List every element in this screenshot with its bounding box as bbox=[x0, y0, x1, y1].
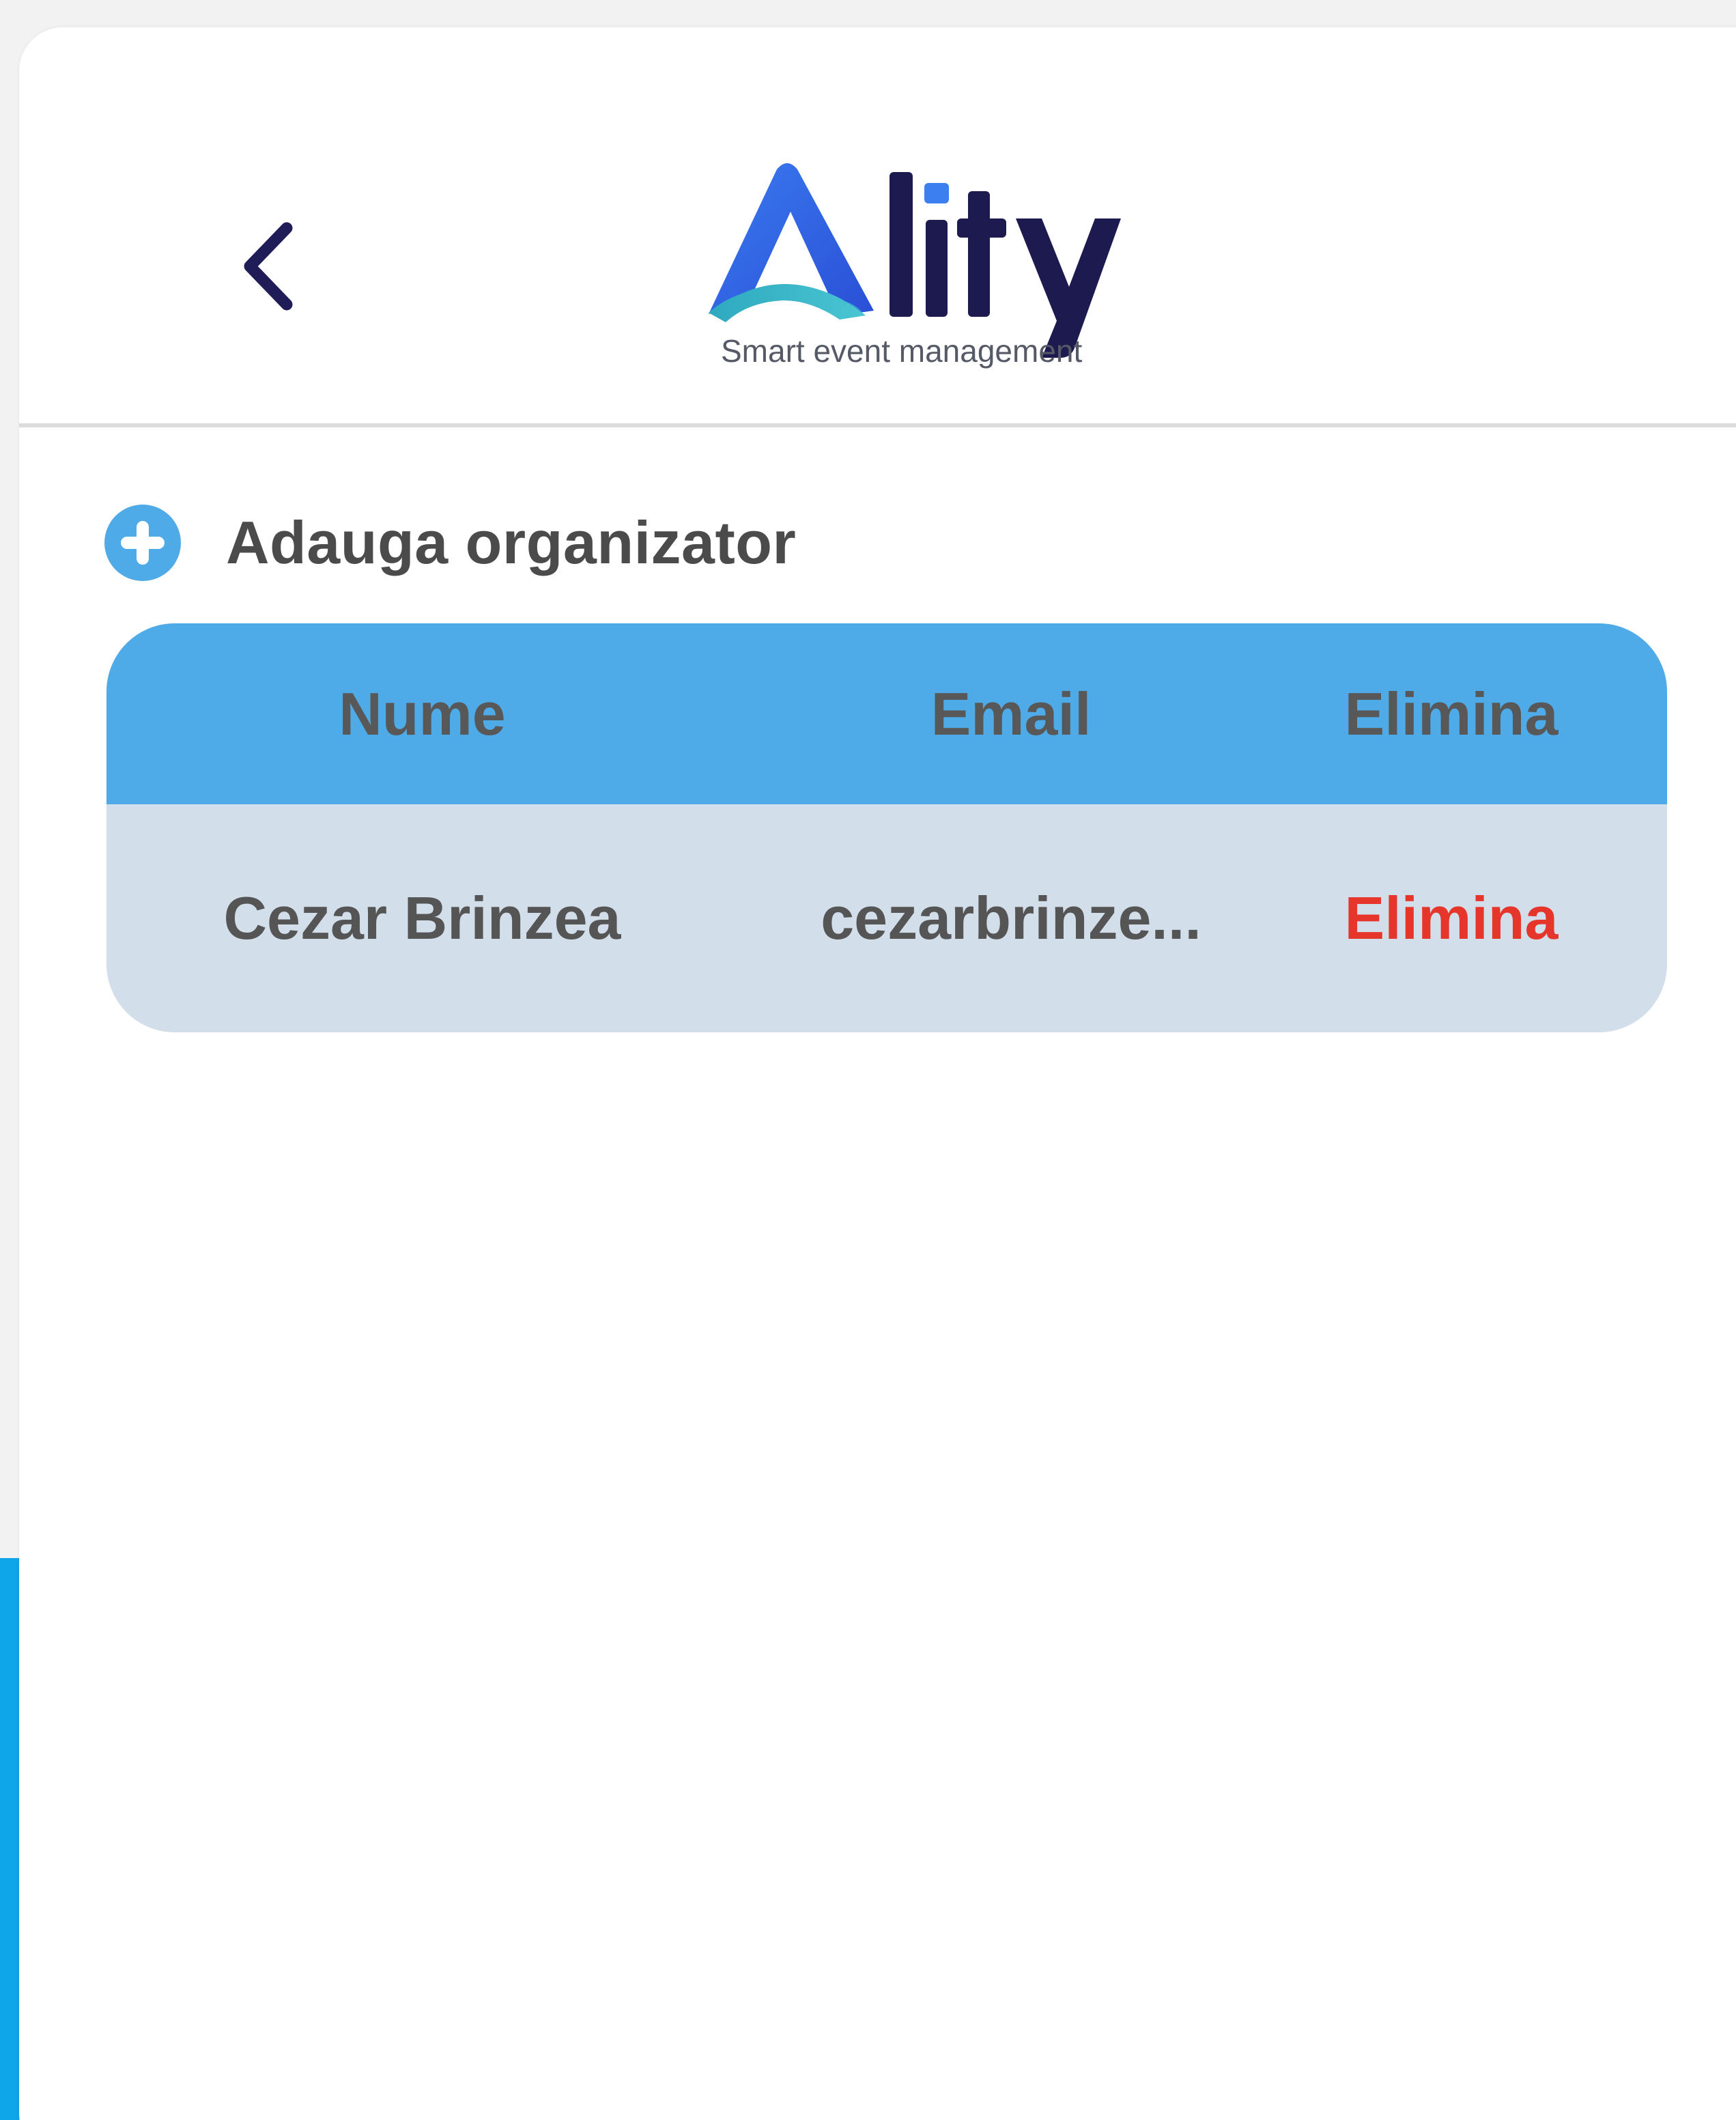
table-header: Nume Email Elimina bbox=[106, 623, 1667, 804]
organizer-name: Cezar Brinzea bbox=[223, 884, 621, 952]
app-header: Smart event management bbox=[19, 27, 1736, 427]
add-organizer-button[interactable]: Adauga organizator bbox=[104, 492, 796, 594]
add-organizer-label: Adauga organizator bbox=[226, 509, 797, 576]
logo-image: Smart event management bbox=[709, 163, 1121, 369]
main-card: Smart event management Adauga organizato… bbox=[19, 27, 1736, 2120]
organizers-table: Nume Email Elimina Cezar Brinzea cezarbr… bbox=[106, 623, 1667, 1032]
chevron-left-icon bbox=[244, 222, 293, 311]
plus-circle-icon bbox=[104, 505, 181, 581]
table-row: Cezar Brinzea cezarbrinze... Elimina bbox=[106, 804, 1667, 1032]
app-screen: Smart event management Adauga organizato… bbox=[0, 0, 1736, 2120]
column-header-remove: Elimina bbox=[1344, 679, 1559, 748]
back-button[interactable] bbox=[217, 201, 319, 331]
ality-logo: Smart event management bbox=[695, 130, 1173, 403]
column-header-name: Nume bbox=[339, 679, 506, 748]
logo-tagline: Smart event management bbox=[721, 333, 1082, 369]
remove-organizer-button[interactable]: Elimina bbox=[1144, 884, 1667, 953]
